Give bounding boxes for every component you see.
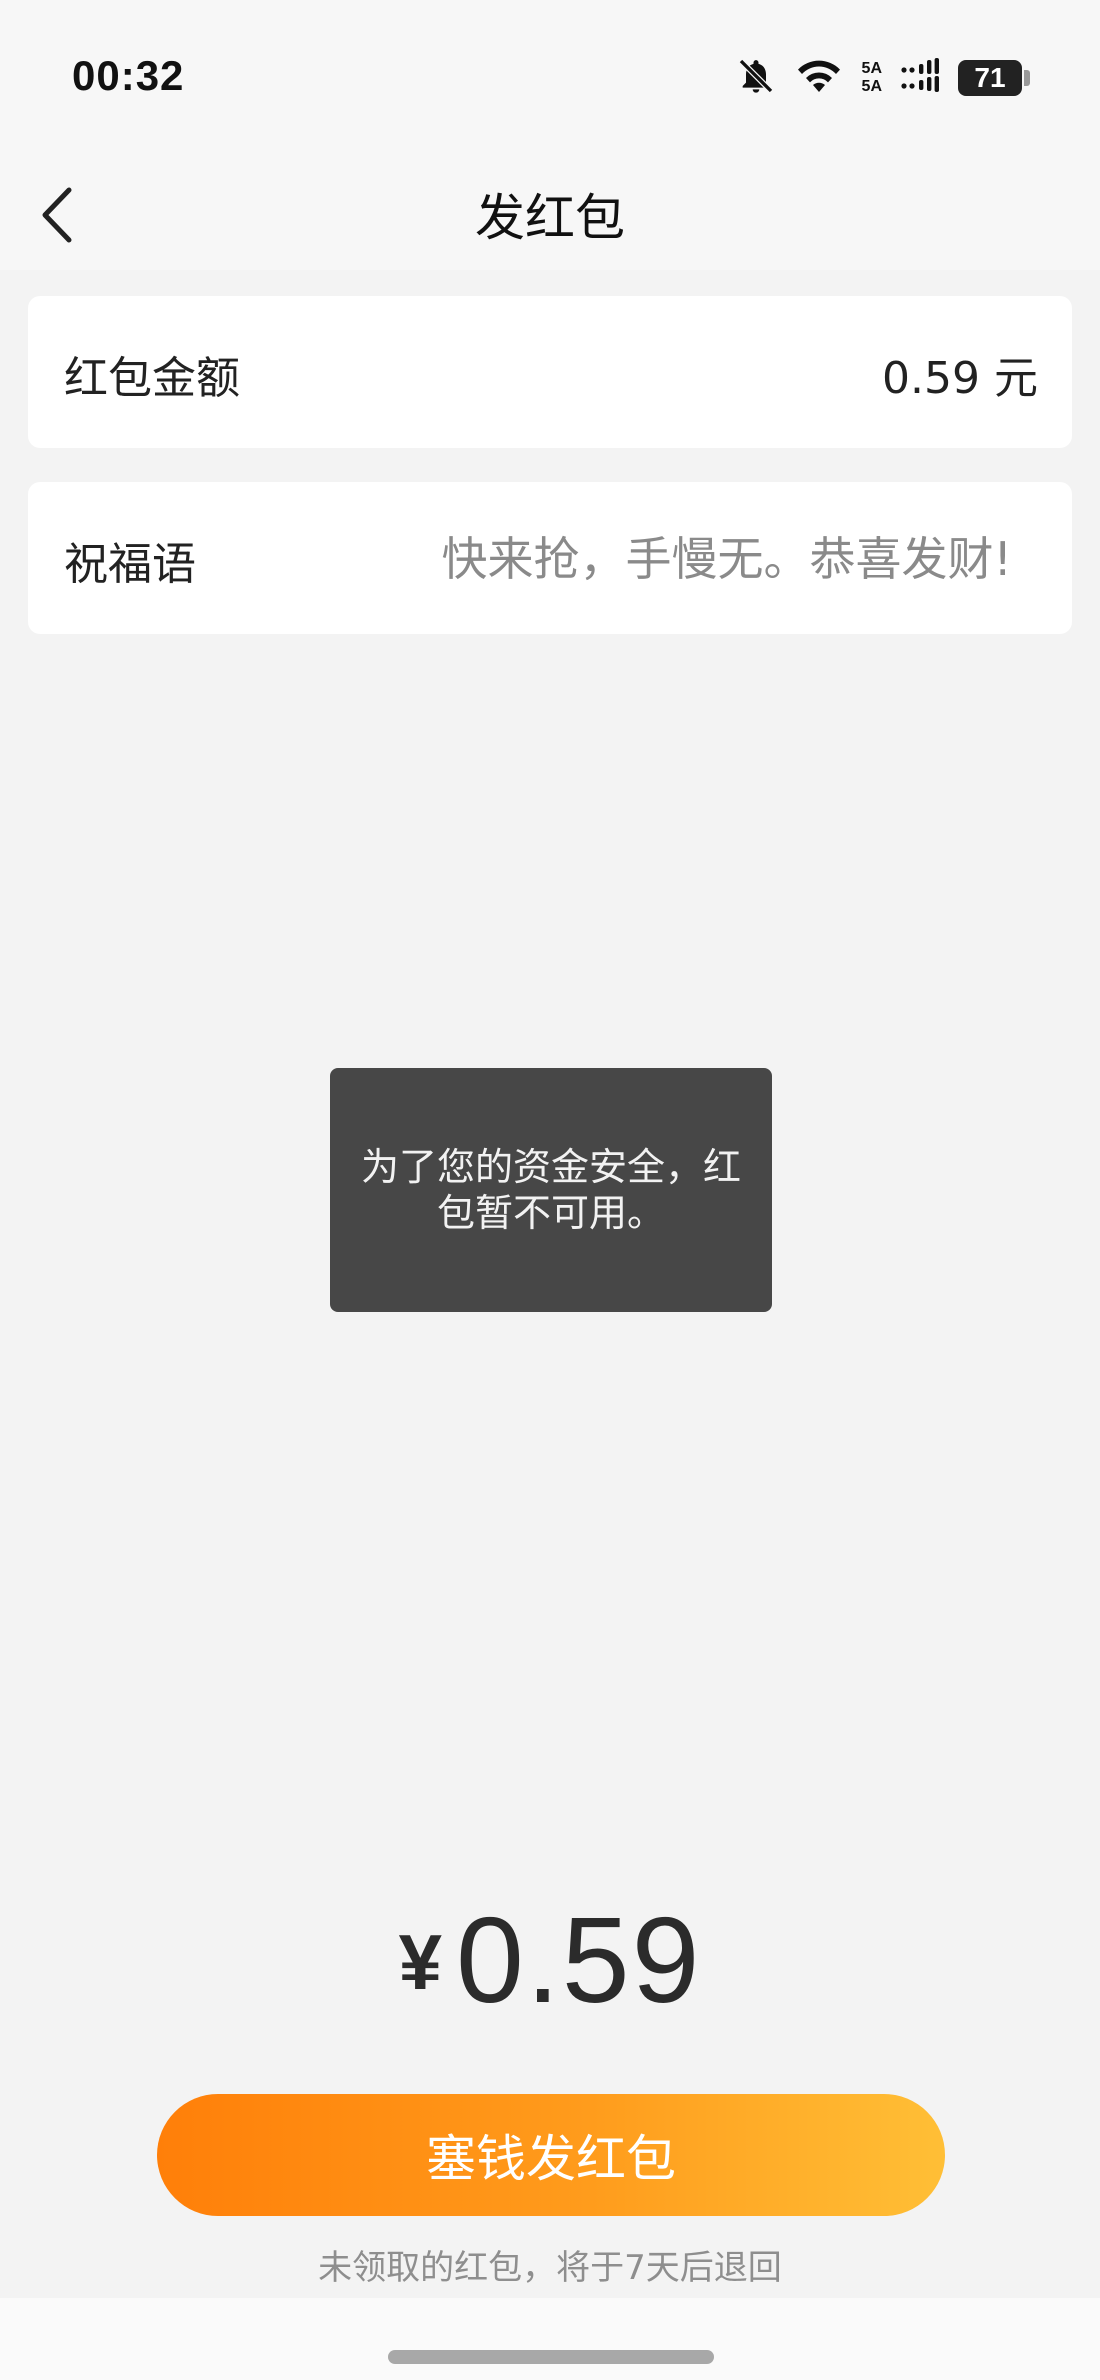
page-title: 发红包 (475, 189, 625, 247)
bell-off-icon (736, 56, 776, 100)
nav-bar: 发红包 (0, 160, 1100, 270)
toast-message: 为了您的资金安全，红包暂不可用。 (360, 1145, 741, 1235)
battery-icon: 71 (958, 60, 1030, 96)
currency-symbol: ¥ (398, 1918, 442, 2006)
toast: 为了您的资金安全，红包暂不可用。 (330, 1068, 772, 1312)
greeting-label: 祝福语 (64, 539, 196, 590)
amount-value[interactable]: 0.59 元 (882, 342, 1038, 406)
status-bar: 00:32 5A 5A 71 (0, 0, 1100, 160)
status-time: 00:32 (72, 52, 185, 99)
home-bar-area (0, 2298, 1100, 2380)
home-indicator[interactable] (388, 2350, 714, 2364)
battery-level: 71 (958, 60, 1022, 96)
amount-label: 红包金额 (64, 353, 240, 404)
amount-row[interactable]: 红包金额 0.59 元 (28, 296, 1072, 448)
refund-notice: 未领取的红包，将于7天后退回 (318, 2248, 782, 2288)
send-red-packet-button[interactable]: 塞钱发红包 (157, 2094, 945, 2216)
signal-icon: 5A 5A (861, 60, 882, 95)
signal-bars-icon (900, 58, 940, 98)
greeting-row: 祝福语 (28, 482, 1072, 634)
total-amount: 0.59 (455, 1892, 702, 2028)
wifi-icon (794, 56, 844, 100)
greeting-input[interactable] (312, 524, 1012, 594)
total-amount-display: ¥ 0.59 (0, 1892, 1100, 2030)
status-icons: 5A 5A 71 (736, 56, 1030, 100)
